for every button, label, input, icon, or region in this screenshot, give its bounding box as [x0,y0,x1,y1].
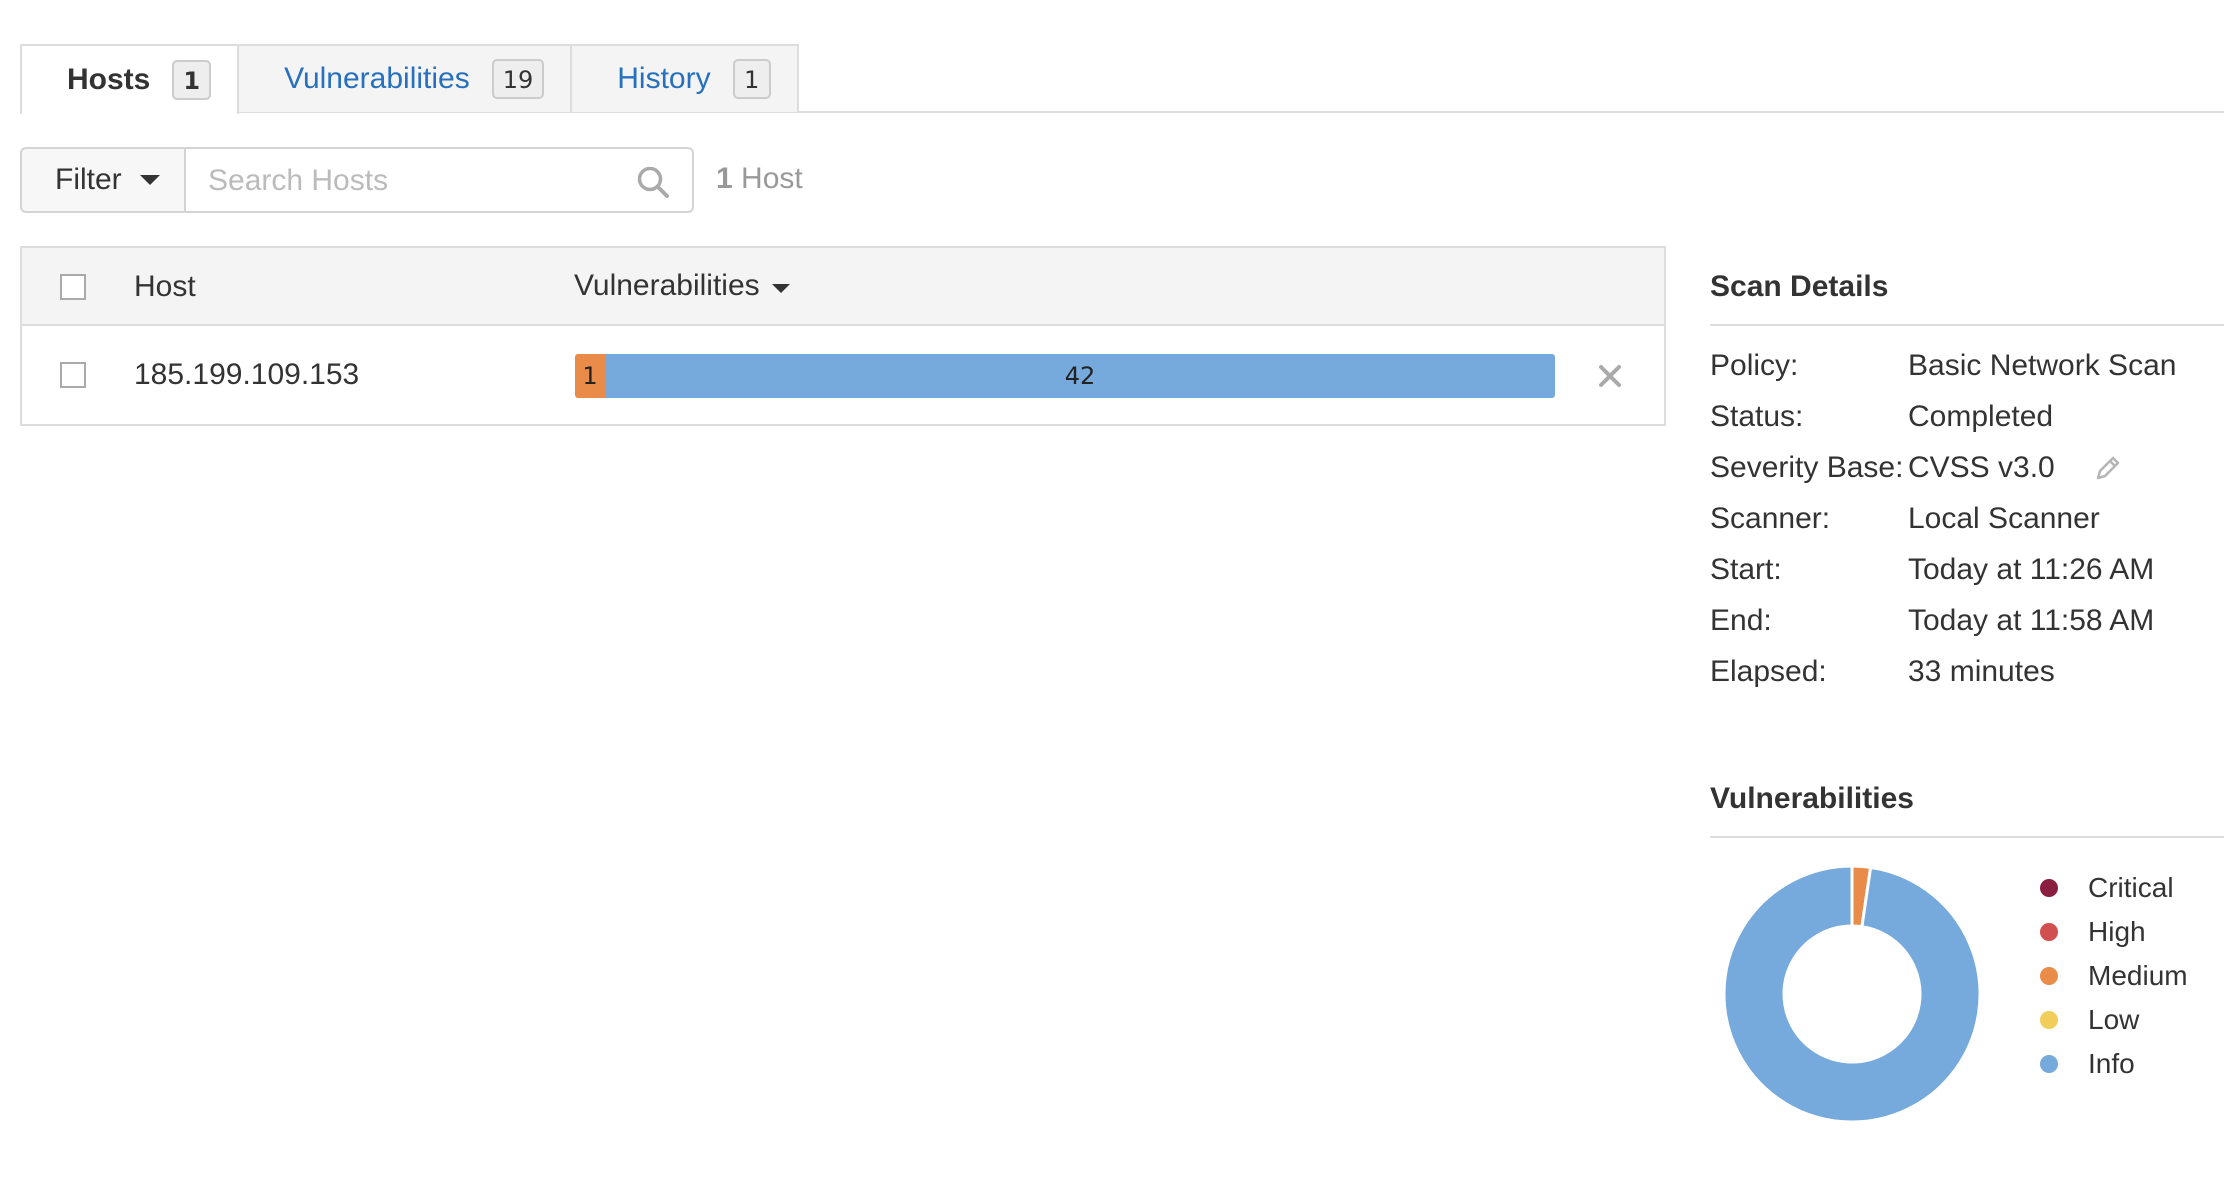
row-checkbox[interactable] [60,362,86,388]
legend-item-info: Info [2040,1042,2188,1086]
hosts-table: Host Vulnerabilities 185.199.109.153 1 42 [20,246,1666,426]
detail-severity-base-value-wrap: CVSS v3.0 [1908,451,2123,485]
detail-status-label: Status: [1710,399,1804,433]
detail-scanner-label: Scanner: [1710,501,1831,535]
legend-dot-icon [2040,1055,2058,1073]
search-hosts-input[interactable] [208,161,608,201]
tab-hosts-label: Hosts [67,63,151,96]
chart-legend: Critical High Medium Low Info [2040,866,2188,1086]
detail-severity-base-value: CVSS v3.0 [1908,450,2055,484]
table-row[interactable]: 185.199.109.153 1 42 [22,328,1664,424]
tab-vulnerabilities[interactable]: Vulnerabilities 19 [237,44,573,112]
tab-hosts-count: 1 [172,60,212,100]
host-count: 1 Host [716,162,803,196]
host-count-number: 1 [716,162,733,195]
detail-severity-base: Severity Base: CVSS v3.0 [1710,442,2224,493]
select-all-checkbox[interactable] [60,274,86,300]
legend-dot-icon [2040,1011,2058,1029]
scan-details-list: Policy: Basic Network Scan Status: Compl… [1710,340,2224,697]
detail-elapsed-value: 33 minutes [1908,654,2055,688]
legend-dot-icon [2040,923,2058,941]
detail-status: Status: Completed [1710,391,2224,442]
detail-policy: Policy: Basic Network Scan [1710,340,2224,391]
detail-scanner: Scanner: Local Scanner [1710,493,2224,544]
tab-history[interactable]: History 1 [570,44,799,112]
host-count-label: Host [741,162,803,195]
detail-end-value: Today at 11:58 AM [1908,603,2155,637]
close-icon[interactable] [1594,360,1626,392]
detail-end-label: End: [1710,603,1772,637]
detail-end: End: Today at 11:58 AM [1710,595,2224,646]
table-header: Host Vulnerabilities [22,248,1664,326]
donut-slice-info[interactable] [1722,864,1982,1124]
legend-item-medium: Medium [2040,954,2188,998]
legend-label: Critical [2088,872,2174,903]
column-header-vulnerabilities[interactable]: Vulnerabilities [574,269,790,303]
filter-dropdown-button[interactable]: Filter [20,147,186,213]
legend-label: Medium [2088,960,2188,991]
legend-item-low: Low [2040,998,2188,1042]
host-ip[interactable]: 185.199.109.153 [134,358,359,392]
vulnerability-bar[interactable]: 1 42 [575,354,1555,398]
bar-segment-medium[interactable]: 1 [575,354,605,398]
search-icon[interactable] [636,165,670,199]
detail-scanner-value: Local Scanner [1908,501,2100,535]
tab-vulnerabilities-count: 19 [491,59,545,99]
vulnerabilities-chart-title: Vulnerabilities [1710,782,2224,838]
vulnerabilities-donut-chart [1722,864,1982,1124]
detail-start-value: Today at 11:26 AM [1908,552,2155,586]
legend-item-critical: Critical [2040,866,2188,910]
pencil-icon[interactable] [2093,453,2123,483]
column-header-host[interactable]: Host [134,270,196,304]
scan-details-panel: Scan Details Policy: Basic Network Scan … [1710,270,2224,697]
detail-policy-value: Basic Network Scan [1908,348,2177,382]
legend-item-high: High [2040,910,2188,954]
tab-history-count: 1 [732,59,771,99]
detail-start-label: Start: [1710,552,1782,586]
caret-down-icon [139,175,160,185]
legend-dot-icon [2040,879,2058,897]
sort-desc-icon [771,283,790,293]
tab-bar: Hosts 1 Vulnerabilities 19 History 1 [20,44,799,114]
detail-start: Start: Today at 11:26 AM [1710,544,2224,595]
detail-policy-label: Policy: [1710,348,1799,382]
bar-segment-info[interactable]: 42 [605,354,1555,398]
tab-hosts[interactable]: Hosts 1 [20,44,240,114]
legend-dot-icon [2040,967,2058,985]
search-box [184,147,694,213]
filter-label: Filter [55,163,122,196]
column-header-vulnerabilities-label: Vulnerabilities [574,269,760,302]
legend-label: Info [2088,1048,2135,1079]
tab-history-label: History [617,62,711,95]
legend-label: High [2088,916,2146,947]
detail-elapsed: Elapsed: 33 minutes [1710,646,2224,697]
scan-details-title: Scan Details [1710,270,2224,326]
detail-status-value: Completed [1908,399,2054,433]
detail-elapsed-label: Elapsed: [1710,654,1827,688]
detail-severity-base-label: Severity Base: [1710,450,1904,484]
legend-label: Low [2088,1004,2140,1035]
tab-vulnerabilities-label: Vulnerabilities [284,62,470,95]
